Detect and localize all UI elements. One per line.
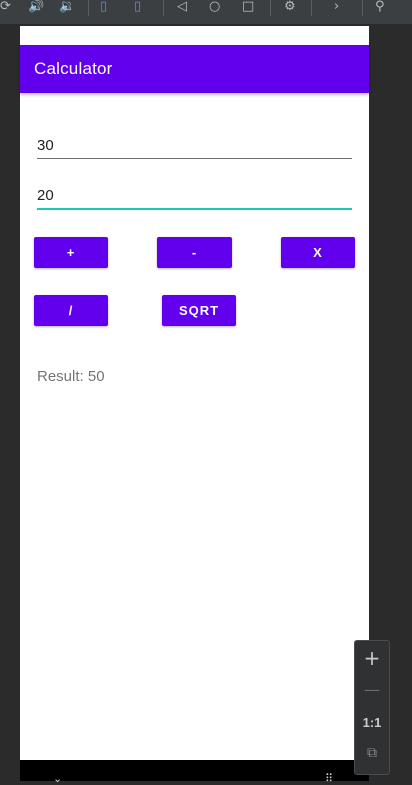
keyboard-icon[interactable]: ⠿	[325, 773, 333, 784]
second-number-field[interactable]	[37, 182, 352, 210]
subtract-button[interactable]: -	[157, 237, 232, 268]
device-screen: Calculator + - X / SQRT Result: 50	[20, 26, 369, 760]
rotate-left-icon[interactable]: ▯	[100, 0, 107, 16]
toolbar-divider	[362, 0, 363, 16]
screenshot-zoom-icon[interactable]: ⚲	[375, 0, 385, 16]
volume-down-icon[interactable]: 🔉	[59, 0, 75, 16]
volume-up-icon[interactable]: 🔊	[28, 0, 44, 16]
toolbar-divider	[163, 0, 164, 16]
toolbar-divider	[88, 0, 89, 16]
more-icon[interactable]: ›	[334, 0, 339, 16]
zoom-out-button[interactable]: —	[355, 679, 389, 701]
toolbar-divider	[270, 0, 271, 16]
settings-icon[interactable]: ⚙	[284, 0, 296, 16]
app-bar: Calculator	[20, 45, 369, 93]
emulator-toolbar: ⟳ 🔊 🔉 ▯ ▯ ◁ ○ □ ⚙ › ⚲	[0, 0, 412, 25]
toolbar-divider	[311, 0, 312, 16]
back-gesture-icon[interactable]: ⌄	[53, 773, 62, 784]
zoom-in-button[interactable]: +	[355, 647, 389, 669]
add-button[interactable]: +	[34, 237, 108, 268]
rotate-icon[interactable]: ⟳	[0, 0, 11, 16]
navigation-bar: ⌄ ⠿	[20, 760, 369, 784]
rotate-right-icon[interactable]: ▯	[134, 0, 141, 16]
back-icon[interactable]: ◁	[177, 0, 187, 16]
zoom-controls: + — 1:1 ⧉	[354, 640, 390, 775]
page-title: Calculator	[34, 59, 113, 78]
home-icon[interactable]: ○	[209, 0, 220, 16]
sqrt-button[interactable]: SQRT	[162, 295, 236, 326]
overview-icon[interactable]: □	[242, 0, 254, 16]
actual-size-button[interactable]: 1:1	[355, 715, 389, 731]
divide-button[interactable]: /	[34, 295, 108, 326]
multiply-button[interactable]: X	[281, 237, 355, 268]
fit-screen-icon[interactable]: ⧉	[355, 745, 389, 761]
result-label: Result: 50	[37, 368, 105, 385]
first-number-field[interactable]	[37, 132, 352, 159]
